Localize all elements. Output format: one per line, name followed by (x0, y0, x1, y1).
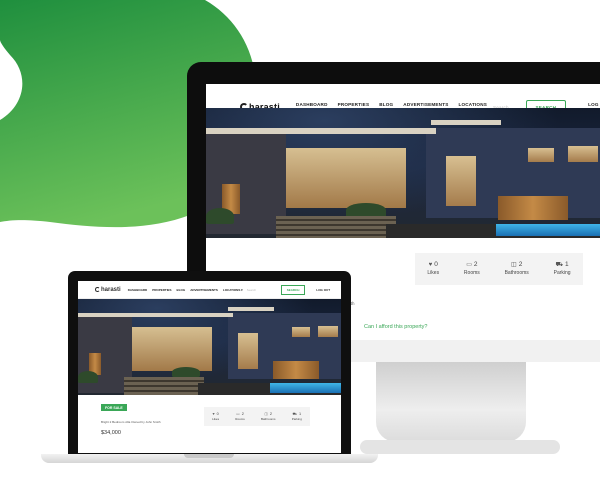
property-hero-image (78, 299, 341, 395)
property-title: Bright 2 Bedroom villa Owned by John Smi… (101, 420, 161, 424)
nav-item-locations[interactable]: LOCATIONS ▾ (223, 288, 243, 292)
stat-rooms: ▭ 2 Rooms (235, 411, 245, 422)
laptop-notch (184, 454, 234, 458)
car-icon: ⛟ (555, 262, 564, 269)
laptop-navbar: harasti DASHBOARD PROPERTIES BLOG ADVERT… (78, 281, 341, 299)
stat-likes[interactable]: ♥ 0 Likes (212, 412, 219, 422)
stat-bathrooms: ◫ 2 Bathrooms (261, 411, 276, 422)
monitor-stand-base (360, 440, 560, 454)
stat-rooms: ▭ 2 Rooms (463, 261, 480, 277)
property-price: $34,000 (101, 430, 121, 436)
logo-text: harasti (101, 286, 121, 293)
nav-item-blog[interactable]: BLOG (177, 288, 186, 292)
stat-likes[interactable]: ♥ 0 Likes (427, 260, 439, 278)
search-input[interactable]: Search (247, 288, 277, 292)
property-stats-card: ♥ 0 Likes ▭ 2 Rooms ◫ 2 Bathrooms ⛟ 1 Parkin… (204, 407, 310, 426)
nav-menu: DASHBOARD PROPERTIES BLOG ADVERTISEMENTS… (128, 288, 243, 292)
chevron-down-icon: ▾ (241, 287, 243, 292)
brand-logo[interactable]: harasti (95, 287, 121, 293)
property-stats-card: ♥ 0 Likes ▭ 2 Rooms ◫ 2 Bathrooms ⛟ 1 Parkin… (415, 253, 583, 285)
logo-icon (95, 287, 100, 292)
nav-item-properties[interactable]: PROPERTIES (152, 288, 171, 292)
property-details-section: FOR SALE Bright 2 Bedroom villa Owned by… (78, 395, 341, 453)
stat-parking: ⛟ 1 Parking (553, 261, 571, 277)
for-sale-badge: FOR SALE (101, 404, 127, 411)
heart-icon: ♥ (428, 262, 433, 269)
car-icon: ⛟ (292, 411, 297, 416)
property-hero-image (206, 108, 600, 238)
nav-item-advertisements[interactable]: ADVERTISEMENTS (190, 288, 218, 292)
logout-link[interactable]: LOG OUT (316, 288, 330, 292)
bed-icon: ▭ (236, 411, 240, 416)
bath-icon: ◫ (511, 262, 517, 269)
monitor-stand (376, 362, 526, 442)
laptop-screen: harasti DASHBOARD PROPERTIES BLOG ADVERT… (78, 281, 341, 453)
stat-parking: ⛟ 1 Parking (291, 411, 302, 422)
stat-bathrooms: ◫ 2 Bathrooms (504, 261, 529, 277)
heart-icon: ♥ (212, 411, 215, 416)
nav-item-dashboard[interactable]: DASHBOARD (128, 288, 148, 292)
search-button[interactable]: SEARCH (280, 284, 306, 295)
bath-icon: ◫ (264, 411, 268, 416)
bed-icon: ▭ (466, 262, 472, 269)
afford-property-link[interactable]: Can I afford this property? (364, 324, 428, 330)
